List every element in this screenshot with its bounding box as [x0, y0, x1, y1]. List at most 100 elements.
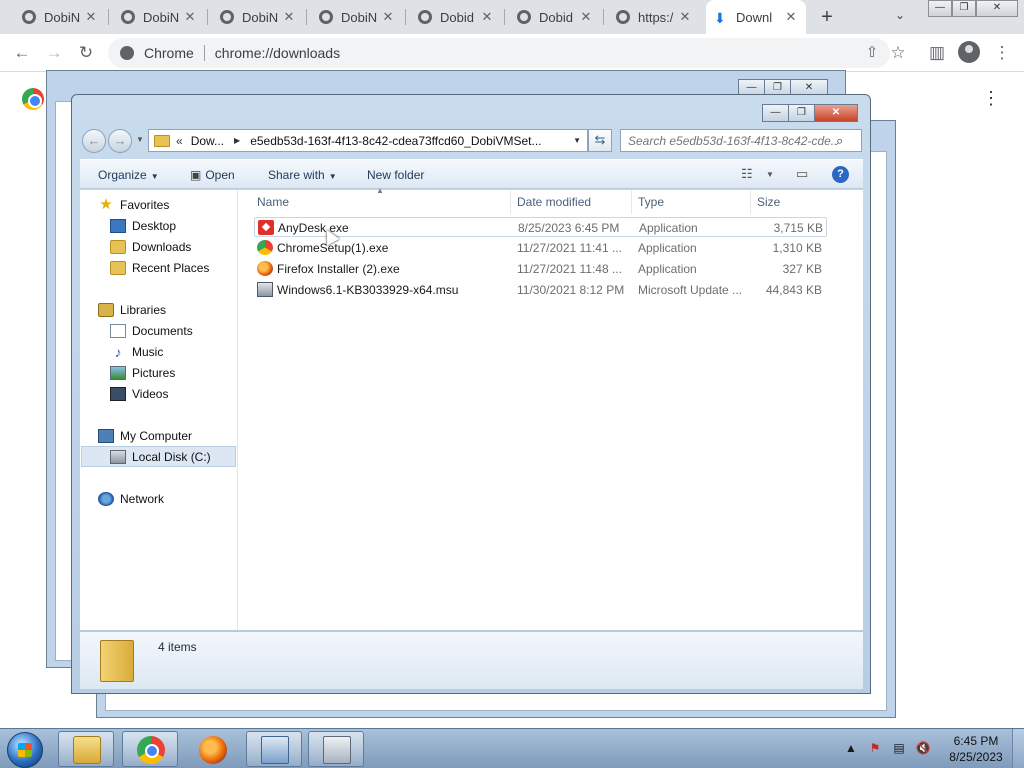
nav-libraries[interactable]: Libraries: [98, 303, 166, 317]
action-center-icon[interactable]: ⚑: [867, 741, 883, 755]
back-button[interactable]: ←: [82, 129, 106, 153]
nav-label: My Computer: [120, 429, 193, 443]
taskbar-chrome-button[interactable]: [122, 731, 178, 767]
new-tab-button[interactable]: +: [815, 5, 839, 29]
maximize-button[interactable]: ❐: [788, 104, 815, 122]
browser-tab[interactable]: DobiN ✕: [212, 0, 304, 34]
network-status-icon[interactable]: ▤: [891, 741, 907, 755]
minimize-button[interactable]: —: [762, 104, 789, 122]
chevron-down-icon[interactable]: ⌄: [895, 8, 905, 22]
nav-documents[interactable]: Documents: [110, 324, 193, 338]
pictures-icon: [110, 366, 126, 380]
nav-label: Libraries: [120, 303, 167, 317]
browser-tab[interactable]: DobiN ✕: [311, 0, 403, 34]
tab-close-icon[interactable]: ✕: [579, 9, 593, 25]
nav-network[interactable]: Network: [98, 492, 164, 506]
share-icon[interactable]: ⇧: [860, 42, 884, 64]
new-folder-button[interactable]: New folder: [367, 168, 424, 182]
nav-music[interactable]: ♪ Music: [110, 345, 164, 359]
nav-videos[interactable]: Videos: [110, 387, 168, 401]
nav-desktop[interactable]: Desktop: [110, 219, 176, 233]
profile-avatar[interactable]: [958, 41, 980, 63]
recent-pages-dropdown[interactable]: ▼: [136, 135, 144, 144]
file-row[interactable]: Windows6.1-KB3033929-x64.msu 11/30/2021 …: [254, 280, 827, 300]
nav-local-disk[interactable]: Local Disk (C:): [81, 446, 236, 467]
file-row[interactable]: Firefox Installer (2).exe 11/27/2021 11:…: [254, 259, 827, 279]
computer-icon: [98, 429, 114, 443]
search-input[interactable]: [621, 133, 836, 148]
downloads-menu-icon[interactable]: ⋮: [982, 88, 1000, 109]
forward-button[interactable]: →: [42, 42, 66, 64]
close-button[interactable]: ✕: [814, 104, 858, 122]
back-button[interactable]: ←: [10, 42, 34, 64]
browser-tab[interactable]: Dobid ✕: [410, 0, 502, 34]
preview-pane-icon[interactable]: ▭: [796, 166, 808, 182]
tab-close-icon[interactable]: ✕: [784, 9, 798, 25]
volume-muted-icon[interactable]: 🔇: [915, 741, 931, 755]
help-icon[interactable]: ?: [832, 166, 849, 183]
view-options-dropdown[interactable]: ▼: [766, 170, 774, 179]
nav-downloads[interactable]: Downloads: [110, 240, 191, 254]
breadcrumb-item[interactable]: e5edb53d-163f-4f13-8c42-cdea73ffcd60_Dob…: [250, 134, 541, 148]
nav-label: Recent Places: [132, 261, 210, 275]
libraries-icon: [98, 303, 114, 317]
tab-close-icon[interactable]: ✕: [84, 9, 98, 25]
chrome-menu-icon[interactable]: ⋮: [990, 42, 1014, 64]
change-view-icon[interactable]: ☷: [741, 166, 753, 182]
browser-tab-active[interactable]: ⬇ Downl ✕: [706, 0, 806, 34]
file-row[interactable]: ChromeSetup(1).exe 11/27/2021 11:41 ... …: [254, 238, 827, 258]
tab-close-icon[interactable]: ✕: [282, 9, 296, 25]
column-header-date-modified[interactable]: Date modified: [511, 190, 632, 214]
reload-button[interactable]: ↻: [74, 42, 98, 64]
browser-tab[interactable]: https:/ ✕: [608, 0, 700, 34]
start-button[interactable]: [7, 732, 43, 768]
search-icon[interactable]: ⌕: [836, 133, 843, 149]
forward-button[interactable]: →: [108, 129, 132, 153]
nav-pictures[interactable]: Pictures: [110, 366, 175, 380]
search-box[interactable]: ⌕: [620, 129, 862, 152]
taskbar-calculator-button[interactable]: [308, 731, 364, 767]
browser-tab[interactable]: DobiN ✕: [113, 0, 205, 34]
file-row[interactable]: AnyDesk.exe 8/25/2023 6:45 PM Applicatio…: [254, 217, 827, 237]
chevron-down-icon: ▼: [150, 172, 159, 181]
bookmark-star-icon[interactable]: ☆: [886, 42, 910, 64]
explorer-icon: [73, 736, 101, 764]
breadcrumb-item[interactable]: Dow...: [191, 134, 224, 148]
column-header-size[interactable]: Size: [751, 190, 831, 214]
explorer-content: ★ Favorites Desktop Downloads Recent Plac…: [80, 186, 863, 630]
tab-close-icon[interactable]: ✕: [183, 9, 197, 25]
show-hidden-icons-button[interactable]: ▲: [843, 741, 859, 755]
nav-label: Videos: [132, 387, 169, 401]
browser-tab[interactable]: DobiN ✕: [14, 0, 106, 34]
minimize-button[interactable]: —: [928, 0, 952, 17]
file-size: 44,843 KB: [765, 283, 822, 297]
open-button[interactable]: ▣ Open: [190, 168, 235, 182]
nav-my-computer[interactable]: My Computer: [98, 429, 192, 443]
breadcrumb-separator-icon[interactable]: ▶: [234, 136, 240, 145]
tab-close-icon[interactable]: ✕: [678, 9, 692, 25]
nav-favorites[interactable]: ★ Favorites: [98, 197, 169, 212]
column-header-type[interactable]: Type: [632, 190, 751, 214]
nav-recent-places[interactable]: Recent Places: [110, 261, 209, 275]
file-date: 11/27/2021 11:41 ...: [517, 241, 622, 255]
show-desktop-button[interactable]: [1012, 729, 1024, 768]
organize-button[interactable]: Organize ▼: [98, 168, 159, 182]
taskbar-clock[interactable]: 6:45 PM 8/25/2023: [944, 733, 1008, 765]
tab-close-icon[interactable]: ✕: [381, 9, 395, 25]
address-bar[interactable]: « Dow... ▶ e5edb53d-163f-4f13-8c42-cdea7…: [148, 129, 588, 152]
omnibox[interactable]: Chrome chrome://downloads: [108, 38, 890, 68]
browser-tab[interactable]: Dobid ✕: [509, 0, 601, 34]
column-header-name[interactable]: Name: [251, 190, 511, 214]
taskbar-control-panel-button[interactable]: [246, 731, 302, 767]
breadcrumb-overflow[interactable]: «: [176, 134, 183, 148]
globe-icon: [517, 10, 531, 24]
close-button[interactable]: ✕: [976, 0, 1018, 17]
refresh-button[interactable]: ⇆: [588, 129, 612, 152]
taskbar-firefox-button[interactable]: [184, 731, 240, 767]
tab-close-icon[interactable]: ✕: [480, 9, 494, 25]
share-with-button[interactable]: Share with ▼: [268, 168, 337, 182]
address-dropdown[interactable]: ▼: [573, 136, 581, 145]
side-panel-icon[interactable]: ▥: [925, 42, 949, 64]
taskbar-explorer-button[interactable]: [58, 731, 114, 767]
maximize-button[interactable]: ❐: [952, 0, 976, 17]
